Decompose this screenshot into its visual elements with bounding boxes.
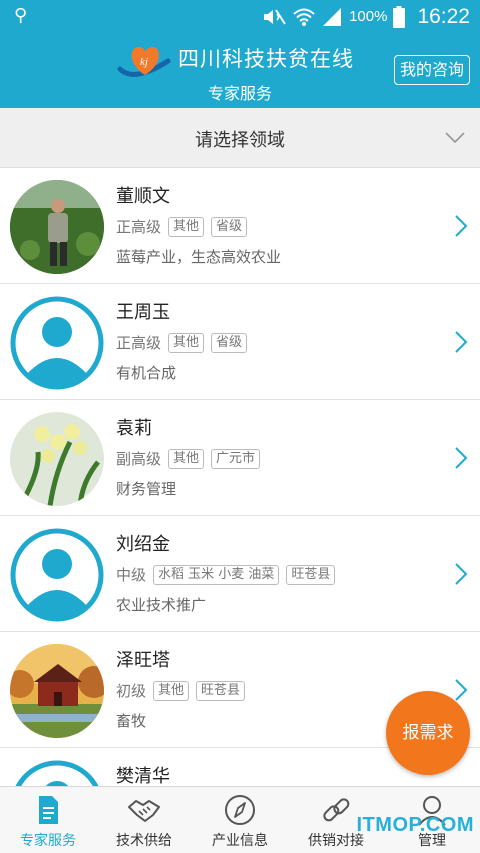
tab-expert-service[interactable]: 专家服务	[0, 787, 96, 853]
expert-tag: 广元市	[211, 448, 261, 469]
chevron-right-icon	[455, 215, 468, 237]
default-avatar-icon	[10, 296, 104, 390]
chevron-right-icon	[455, 447, 468, 469]
app-title: 四川科技扶贫在线	[178, 47, 354, 71]
tab-tech-supply[interactable]: 技术供给	[96, 787, 192, 853]
wifi-icon	[293, 8, 315, 26]
chevron-right-icon	[455, 679, 468, 701]
expert-avatar	[10, 644, 104, 738]
expert-level: 副高级	[116, 450, 162, 468]
tab-label: 技术供给	[116, 833, 172, 849]
expert-description: 财务管理	[116, 480, 177, 498]
handshake-icon	[128, 800, 160, 822]
expert-row[interactable]: 袁莉 副高级 其他 广元市 财务管理	[0, 400, 480, 516]
expert-list: 董顺文 正高级 其他 省级 蓝莓产业，生态高效农业 王周玉 正高级 其他 省级 …	[0, 168, 480, 786]
signal-icon	[323, 7, 342, 26]
expert-name: 王周玉	[116, 302, 170, 323]
status-bar: ⚲ 100% 16:22	[0, 0, 480, 33]
chevron-right-icon	[455, 563, 468, 585]
tab-industry-info[interactable]: 产业信息	[192, 787, 288, 853]
expert-name: 董顺文	[116, 186, 170, 207]
expert-tag: 其他	[168, 216, 205, 237]
clock: 16:22	[417, 4, 470, 28]
expert-name: 樊清华	[116, 766, 170, 786]
default-avatar-icon	[10, 760, 104, 786]
mute-icon	[264, 8, 286, 25]
expert-row[interactable]: 董顺文 正高级 其他 省级 蓝莓产业，生态高效农业	[0, 168, 480, 284]
expert-description: 有机合成	[116, 364, 177, 382]
expert-tag: 其他	[168, 448, 205, 469]
expert-tag: 省级	[211, 216, 248, 237]
chevron-down-icon	[445, 132, 465, 144]
my-consultation-button[interactable]: 我的咨询	[393, 55, 470, 85]
expert-description: 蓝莓产业，生态高效农业	[116, 248, 282, 266]
svg-text:kj: kj	[140, 56, 148, 68]
expert-tag: 其他	[168, 332, 205, 353]
expert-name: 袁莉	[116, 418, 152, 439]
link-icon	[323, 798, 350, 822]
post-request-button[interactable]: 报需求	[386, 691, 470, 775]
expert-tag: 省级	[211, 332, 248, 353]
expert-name: 刘绍金	[116, 534, 170, 555]
tab-label: 产业信息	[212, 833, 268, 849]
chevron-right-icon	[455, 331, 468, 353]
battery-icon	[393, 5, 406, 28]
expert-tag: 旺苍县	[196, 680, 246, 701]
expert-description: 畜牧	[116, 712, 147, 730]
expert-level: 中级	[116, 566, 147, 584]
expert-row[interactable]: 刘绍金 中级 水稻 玉米 小麦 油菜 旺苍县 农业技术推广	[0, 516, 480, 632]
expert-tag: 水稻 玉米 小麦 油菜	[153, 564, 280, 585]
expert-level-row: 初级 其他 旺苍县	[116, 680, 246, 701]
document-icon	[39, 796, 58, 824]
expert-level-row: 副高级 其他 广元市	[116, 448, 261, 469]
watermark: ITMOP.COM	[356, 814, 474, 836]
app-logo: kj	[117, 46, 171, 77]
field-selector-label: 请选择领域	[195, 130, 285, 151]
expert-level-row: 正高级 其他 省级	[116, 332, 248, 353]
expert-level-row: 正高级 其他 省级	[116, 216, 248, 237]
usb-icon: ⚲	[14, 5, 28, 26]
expert-avatar	[10, 412, 104, 506]
expert-tag: 旺苍县	[286, 564, 336, 585]
battery-percent: 100%	[349, 8, 388, 25]
expert-row[interactable]: 王周玉 正高级 其他 省级 有机合成	[0, 284, 480, 400]
expert-level: 正高级	[116, 334, 162, 352]
default-avatar-icon	[10, 528, 104, 622]
expert-name: 泽旺塔	[116, 650, 170, 671]
field-selector[interactable]: 请选择领域	[0, 108, 480, 168]
expert-level: 初级	[116, 682, 147, 700]
app-header: kj 四川科技扶贫在线 专家服务 我的咨询	[0, 33, 480, 108]
expert-level: 正高级	[116, 218, 162, 236]
expert-description: 农业技术推广	[116, 596, 207, 614]
expert-avatar	[10, 180, 104, 274]
expert-tag: 其他	[153, 680, 190, 701]
tab-label: 专家服务	[20, 833, 76, 849]
compass-icon	[225, 795, 255, 825]
expert-level-row: 中级 水稻 玉米 小麦 油菜 旺苍县	[116, 564, 336, 585]
